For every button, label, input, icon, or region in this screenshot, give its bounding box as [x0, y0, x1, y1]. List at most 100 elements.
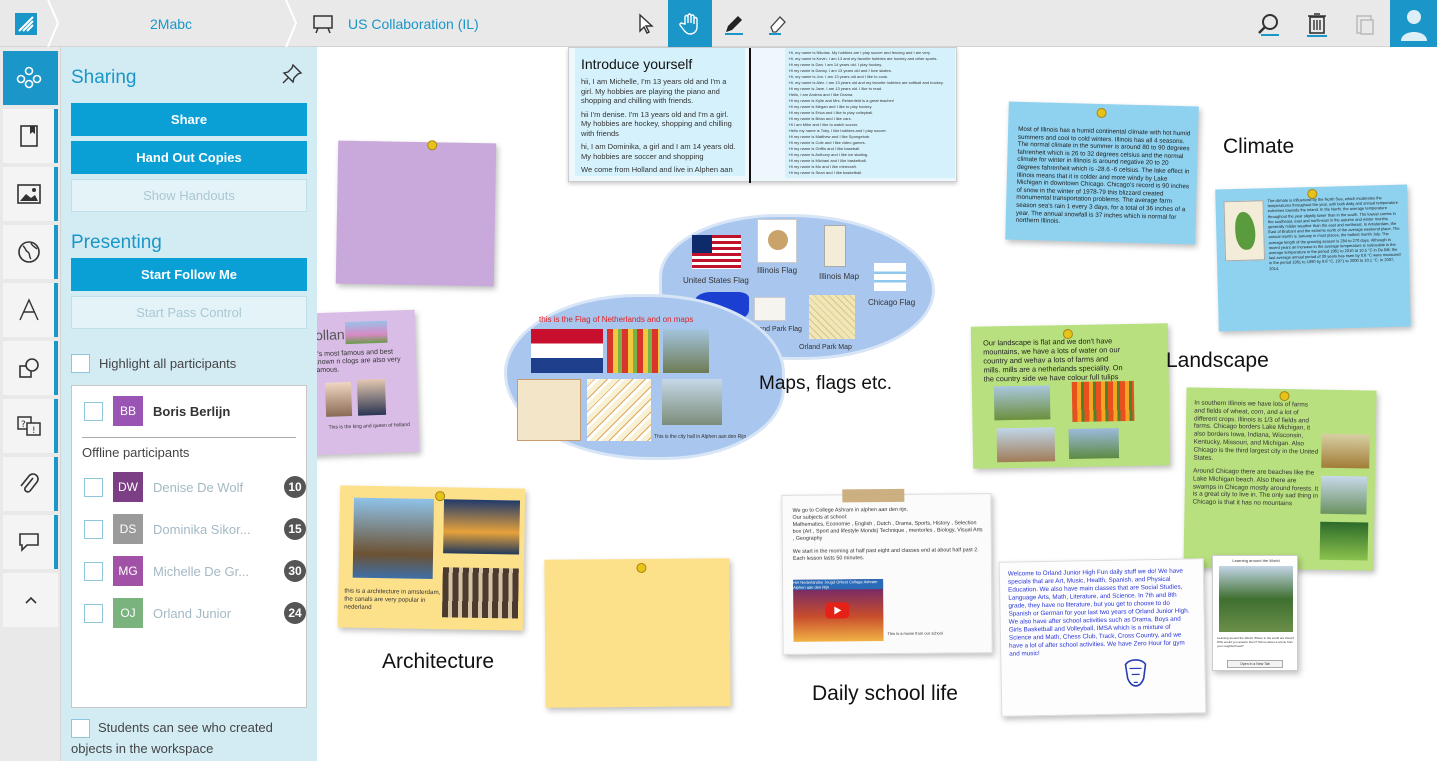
show-handouts-button[interactable]: Show Handouts — [71, 179, 307, 212]
breadcrumb-separator — [47, 0, 60, 47]
pushpin-icon — [1096, 107, 1107, 119]
paste-button[interactable] — [1344, 0, 1386, 47]
pen-tool[interactable] — [712, 0, 756, 47]
object-count-badge: 10 — [284, 476, 306, 498]
hand-tool[interactable] — [668, 0, 712, 47]
participant-checkbox[interactable] — [84, 477, 103, 497]
participant-checkbox[interactable] — [84, 519, 103, 539]
rail-attachment[interactable] — [3, 457, 58, 511]
video-title: Het Nederlandse Jeugd Orkest Collage Ash… — [793, 579, 884, 590]
participant-row[interactable]: MG Michelle De Gr... 30 — [84, 554, 306, 588]
map-item-label: Chicago Flag — [868, 298, 916, 307]
pin-panel-button[interactable] — [281, 63, 303, 90]
book-icon — [19, 125, 38, 147]
rail-collapse[interactable] — [3, 573, 58, 627]
holland-text: y's most famous and best known n clogs a… — [317, 348, 401, 375]
intro-line: Hi my name is Sean and I like basketball… — [789, 170, 863, 175]
participant-row[interactable]: OJ Orland Junior 24 — [84, 596, 306, 630]
climate-netherlands-note[interactable]: The climate is influenced by the North S… — [1215, 184, 1411, 332]
school-text: We go to College Ashram in alphen aan de… — [792, 506, 984, 563]
rail-book[interactable] — [3, 109, 58, 163]
breadcrumb-group[interactable]: 2Mabc — [150, 0, 192, 47]
landscape-illinois-text: Around Chicago there are beaches like th… — [1192, 467, 1319, 508]
tulip-field-image — [607, 329, 659, 373]
participant-checkbox[interactable] — [84, 561, 103, 581]
introduce-yourself-doc[interactable]: Introduce yourself hii, I am Michelle, I… — [568, 47, 957, 183]
rail-shapes[interactable] — [3, 341, 58, 395]
students-creator-option[interactable]: Students can see who created objects in … — [71, 717, 307, 759]
students-creator-checkbox[interactable] — [71, 719, 90, 739]
start-follow-me-button[interactable]: Start Follow Me — [71, 258, 307, 291]
open-new-tab-button[interactable]: Open in a New Tab — [1227, 660, 1283, 668]
landscape-label: Landscape — [1166, 349, 1269, 372]
tree-photo — [1219, 566, 1293, 632]
queen-photo — [324, 381, 353, 417]
avatar: BB — [113, 396, 143, 426]
school-life-note[interactable]: We go to College Ashram in alphen aan de… — [781, 488, 993, 655]
rail-quiz[interactable]: ?! — [3, 399, 58, 453]
city-hall-image — [662, 379, 722, 425]
participant-row[interactable]: DW Denise De Wolf 10 — [84, 470, 306, 504]
svg-text:!: ! — [32, 426, 36, 436]
hand-out-copies-button[interactable]: Hand Out Copies — [71, 141, 307, 174]
climate-illinois-note[interactable]: Most of Illinois has a humid continental… — [1005, 101, 1199, 245]
holland-note[interactable]: holland y's most famous and best known n… — [317, 309, 420, 459]
intro-paragraph: hii I'm denise. I'm 13 years old and I'm… — [581, 109, 732, 138]
app-logo[interactable] — [0, 0, 52, 47]
trash-button[interactable] — [1296, 0, 1338, 47]
daily-school-label: Daily school life — [812, 682, 958, 705]
rail-globe[interactable] — [3, 225, 58, 279]
pointer-tool[interactable] — [624, 0, 668, 47]
rail-participants[interactable] — [3, 51, 58, 105]
landscape-netherlands-note[interactable]: Our landscape is flat and we don't have … — [970, 323, 1171, 469]
offline-heading: Offline participants — [82, 445, 190, 460]
highlight-participants-option[interactable]: Highlight all participants — [71, 354, 236, 373]
orland-school-note[interactable]: Welcome to Orland Junior High Fun daily … — [998, 558, 1207, 717]
yellow-sticky-note[interactable] — [544, 558, 731, 708]
easel-icon — [313, 14, 333, 33]
climate-label: Climate — [1223, 135, 1295, 158]
highlight-checkbox[interactable] — [71, 354, 90, 373]
participant-row-online[interactable]: BB Boris Berlijn — [84, 394, 306, 428]
avatar: MG — [113, 556, 143, 586]
participant-checkbox[interactable] — [84, 603, 103, 623]
forest-photo — [1319, 521, 1369, 561]
netherlands-flag-image — [531, 329, 603, 373]
architecture-note[interactable]: this is a architecture in amsterdam, the… — [337, 485, 526, 631]
user-avatar[interactable] — [1390, 0, 1437, 47]
learning-world-card[interactable]: Learning around the World Learning aroun… — [1212, 555, 1298, 671]
landscape-illinois-text: In southern Illinois we have lots of far… — [1193, 399, 1319, 462]
breadcrumb-workspace-label: US Collaboration (IL) — [348, 15, 479, 32]
nl-map-image — [517, 379, 581, 441]
start-pass-control-button[interactable]: Start Pass Control — [71, 296, 307, 329]
rail-text[interactable] — [3, 283, 58, 337]
comment-icon — [18, 533, 39, 552]
participant-name: Denise De Wolf — [153, 479, 244, 495]
share-button[interactable]: Share — [71, 103, 307, 136]
search-button[interactable] — [1248, 0, 1290, 47]
logo-icon — [15, 12, 37, 35]
pushpin-icon — [427, 140, 438, 151]
landscape-netherlands-text: Our landscape is flat and we don't have … — [982, 336, 1123, 384]
landscape-illinois-note[interactable]: In southern Illinois we have lots of far… — [1183, 387, 1377, 571]
school-line: We start in the morning at half past eig… — [792, 547, 979, 562]
globe-icon — [17, 241, 40, 263]
school-video-thumbnail[interactable]: Het Nederlandse Jeugd Orkest Collage Ash… — [793, 579, 884, 642]
shapes-icon — [18, 358, 39, 378]
climate-map-image — [1223, 200, 1266, 262]
play-icon[interactable] — [825, 602, 850, 619]
rail-comment[interactable] — [3, 515, 58, 569]
breadcrumb-workspace[interactable]: US Collaboration (IL) — [312, 0, 479, 47]
pushpin-icon — [1279, 390, 1290, 402]
rail-image[interactable] — [3, 167, 58, 221]
quiz-icon: ?! — [16, 416, 41, 436]
workspace-canvas[interactable]: Introduce yourself hii, I am Michelle, I… — [317, 47, 1437, 761]
climate-illinois-text: Most of Illinois has a humid continental… — [1015, 125, 1191, 226]
participant-row[interactable]: DS Dominika Sikor... 15 — [84, 512, 306, 546]
architecture-label: Architecture — [382, 650, 495, 673]
eraser-tool[interactable] — [756, 0, 800, 47]
tape-strip — [842, 488, 905, 503]
participant-checkbox[interactable] — [84, 401, 103, 421]
purple-sticky-note[interactable] — [335, 140, 497, 287]
canal-houses-photo — [352, 497, 435, 580]
